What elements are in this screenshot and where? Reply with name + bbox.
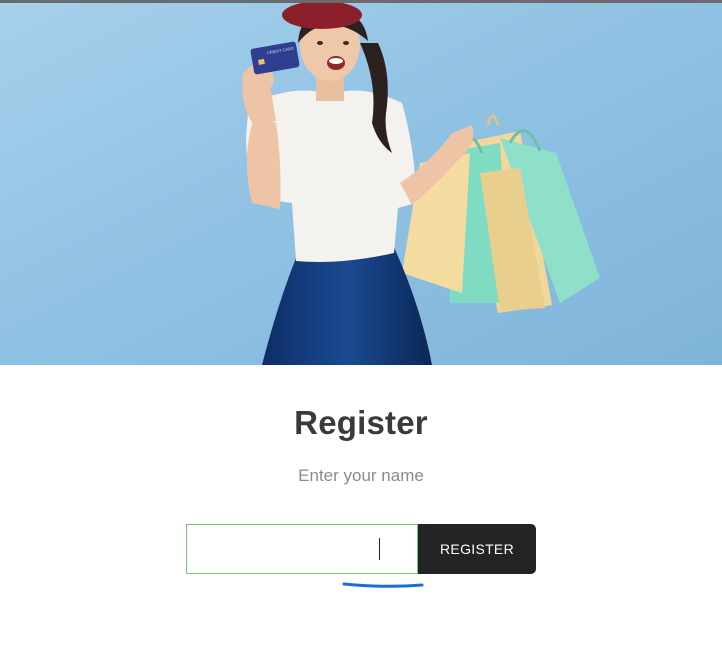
register-form: REGISTER [186, 524, 536, 574]
text-caret [379, 538, 380, 560]
hero-image: CREDIT CARD [0, 3, 722, 365]
underline-annotation [342, 582, 424, 588]
subtitle: Enter your name [298, 466, 424, 485]
page-title: Register [294, 404, 428, 441]
name-input[interactable] [186, 524, 418, 574]
register-button[interactable]: REGISTER [418, 524, 536, 574]
